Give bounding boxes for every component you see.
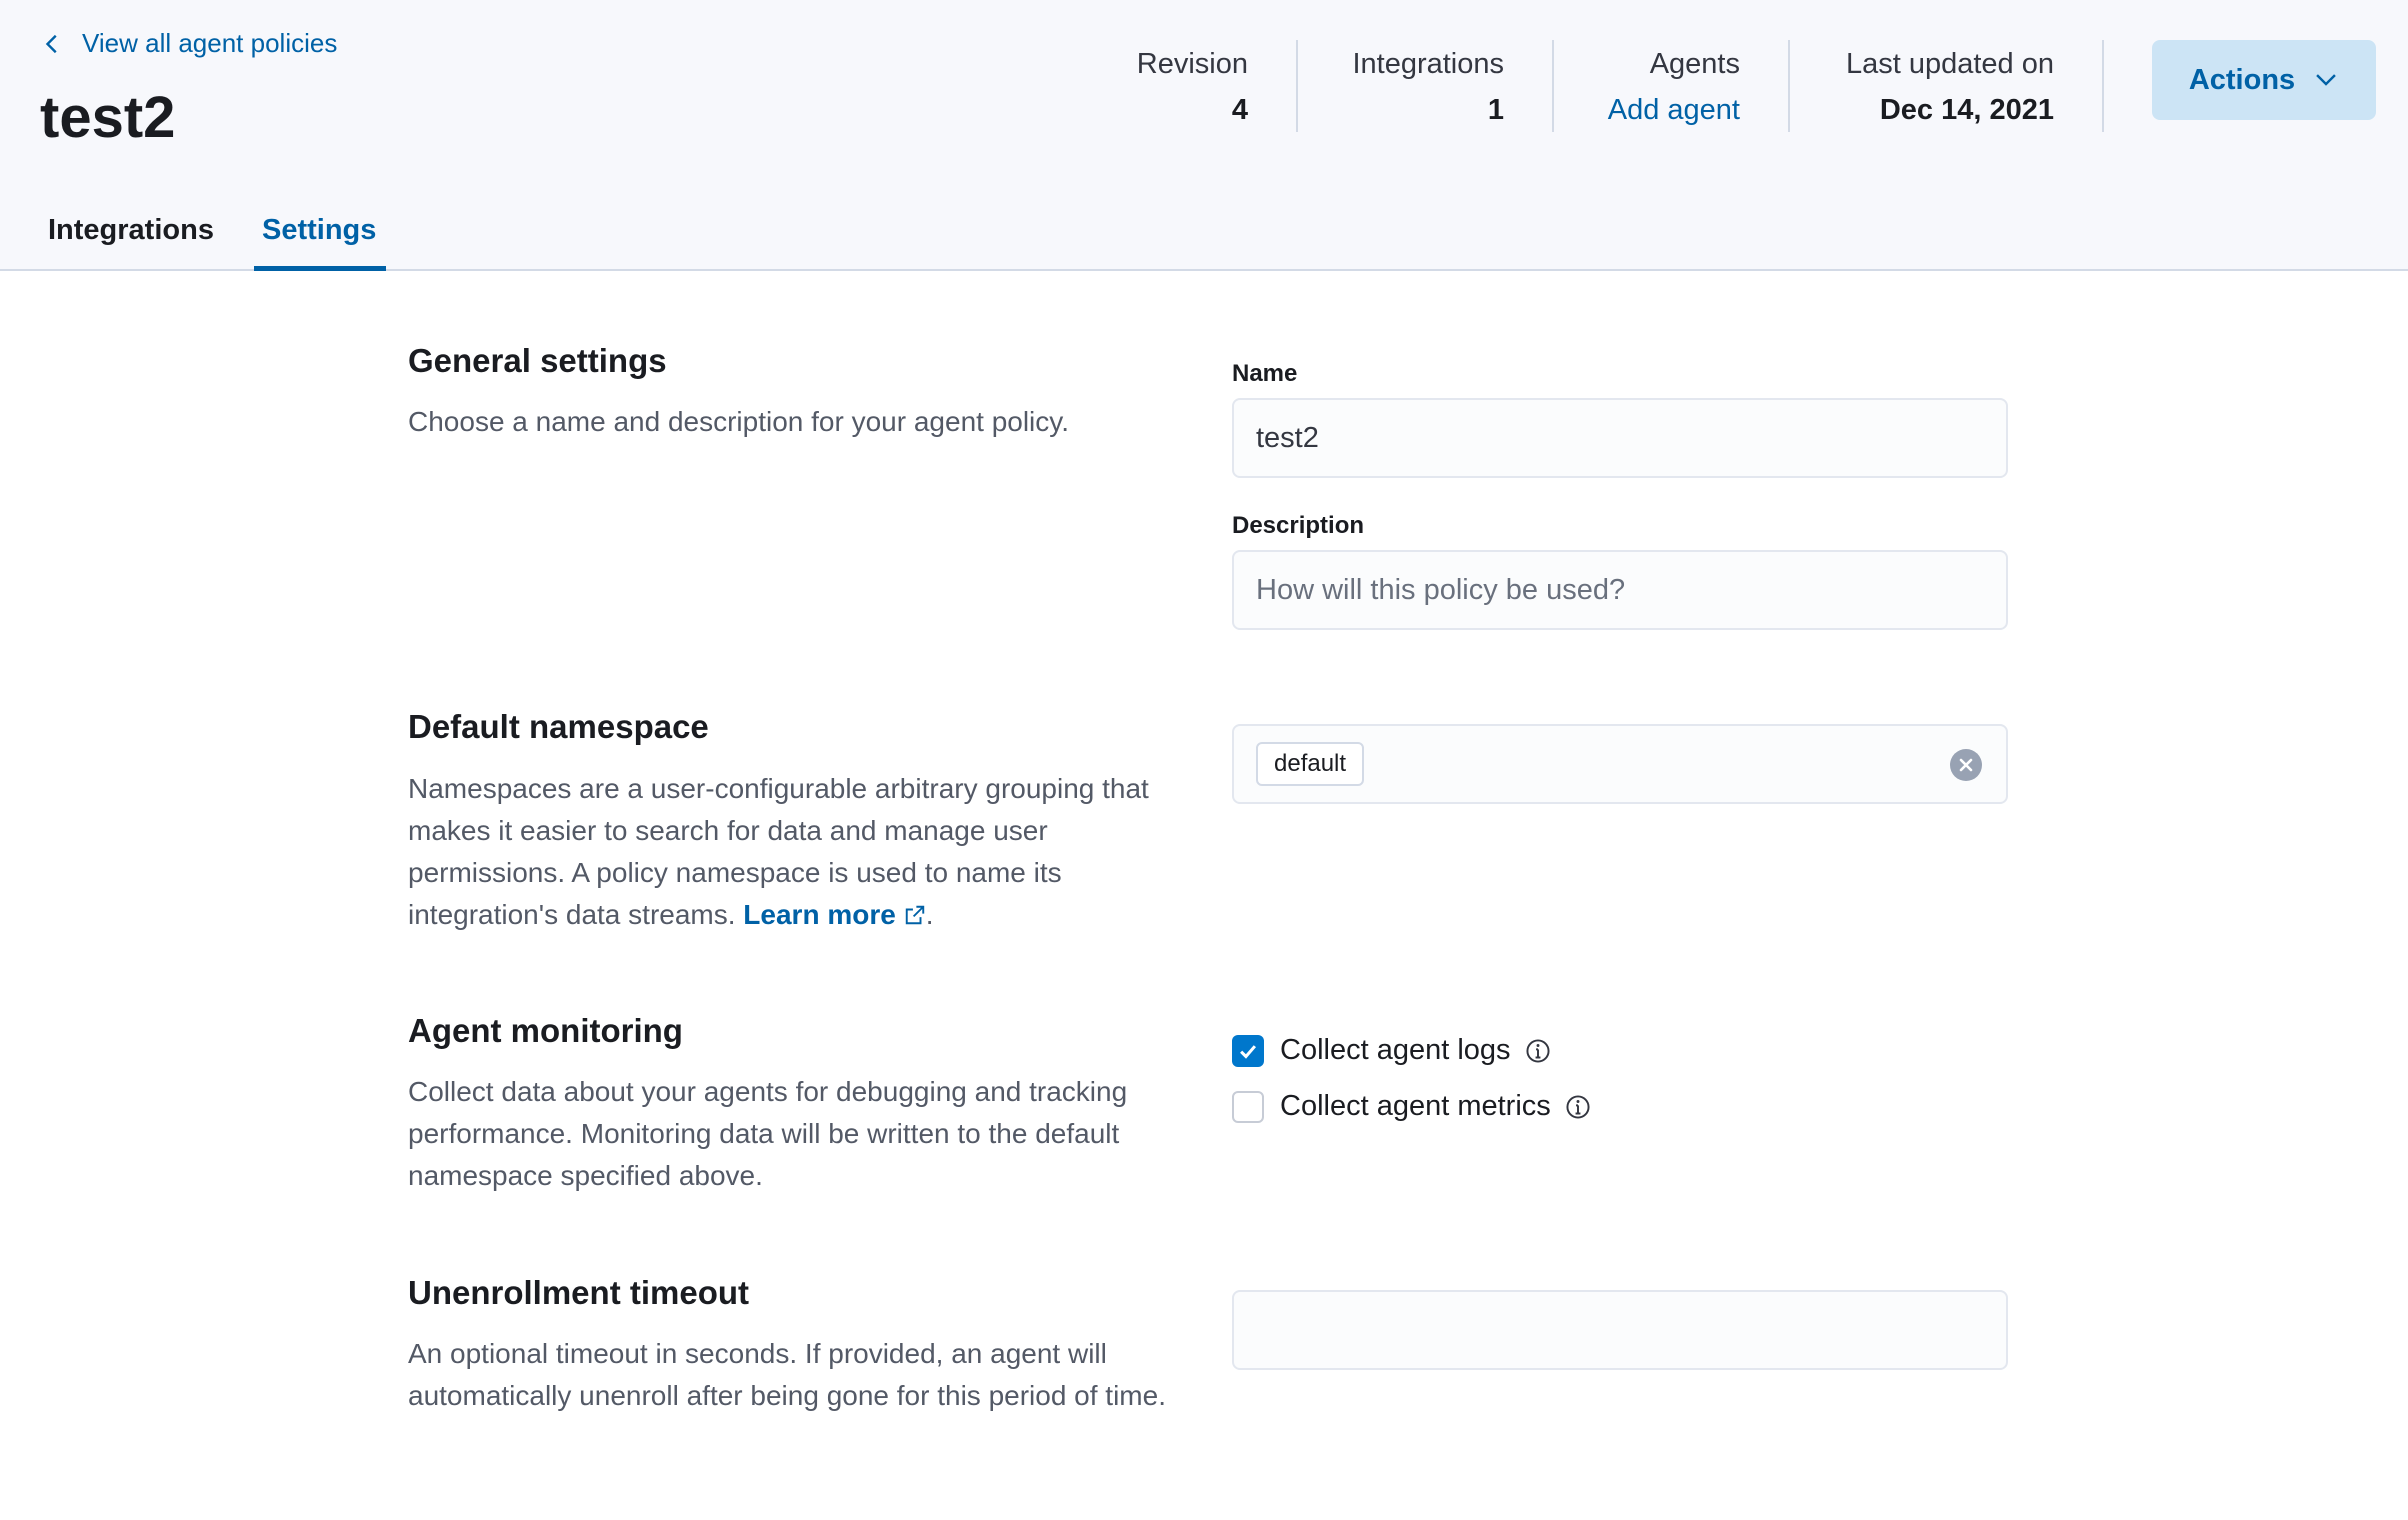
agent-monitoring-description: Collect data about your agents for debug…	[408, 1076, 1128, 1191]
actions-button-label: Actions	[2188, 63, 2296, 96]
stat-divider	[1788, 40, 1790, 132]
general-settings-description: Choose a name and description for your a…	[408, 406, 1069, 437]
info-icon[interactable]	[1565, 1094, 1591, 1120]
default-namespace-title: Default namespace	[408, 708, 709, 745]
chevron-left-icon	[45, 34, 57, 53]
learn-more-link[interactable]: Learn more	[743, 899, 926, 930]
stat-integrations: Integrations 1	[1352, 44, 1504, 130]
description-input[interactable]	[1232, 550, 2008, 630]
agent-monitoring-title: Agent monitoring	[408, 1012, 683, 1049]
unenrollment-timeout-description: An optional timeout in seconds. If provi…	[408, 1338, 1166, 1411]
namespace-description-period: .	[925, 899, 934, 930]
checkbox-unchecked[interactable]	[1232, 1090, 1264, 1123]
chevron-down-icon	[2316, 74, 2336, 86]
active-tab-indicator	[254, 266, 386, 271]
collect-agent-metrics-checkbox[interactable]: Collect agent metrics	[1232, 1090, 1591, 1123]
checkbox-checked[interactable]	[1232, 1034, 1264, 1067]
page-header: View all agent policies test2 Revision 4…	[0, 0, 2408, 271]
check-icon	[1240, 1044, 1257, 1059]
back-link-label: View all agent policies	[82, 28, 338, 58]
collect-agent-logs-checkbox[interactable]: Collect agent logs	[1232, 1034, 1551, 1067]
stat-integrations-label: Integrations	[1352, 48, 1504, 80]
name-label: Name	[1232, 360, 1298, 387]
add-agent-link[interactable]: Add agent	[1608, 90, 1740, 130]
namespace-combobox[interactable]: default	[1232, 724, 2008, 804]
stat-agents-label: Agents	[1649, 48, 1740, 80]
stat-last-updated-label: Last updated on	[1845, 48, 2054, 80]
name-input[interactable]	[1232, 398, 2008, 478]
tab-integrations[interactable]: Integrations	[48, 214, 214, 247]
clear-icon[interactable]	[1950, 749, 1982, 781]
stat-divider	[1296, 40, 1298, 132]
general-settings-title: General settings	[408, 342, 667, 379]
unenrollment-timeout-input[interactable]	[1232, 1290, 2008, 1370]
namespace-pill: default	[1256, 742, 1365, 786]
default-namespace-description: Namespaces are a user-configurable arbit…	[408, 768, 1198, 936]
page-title: test2	[40, 85, 176, 150]
tab-settings[interactable]: Settings	[262, 214, 376, 247]
collect-agent-metrics-label: Collect agent metrics	[1280, 1090, 1551, 1122]
actions-button[interactable]: Actions	[2152, 40, 2376, 120]
unenrollment-timeout-title: Unenrollment timeout	[408, 1274, 750, 1311]
info-icon[interactable]	[1525, 1038, 1551, 1064]
stat-revision: Revision 4	[1137, 44, 1248, 130]
stat-last-updated: Last updated on Dec 14, 2021	[1846, 44, 2054, 130]
external-link-icon	[905, 905, 925, 925]
stat-divider	[2102, 40, 2104, 132]
stat-integrations-value: 1	[1487, 94, 1504, 126]
description-label: Description	[1232, 512, 1365, 539]
stat-divider	[1552, 40, 1554, 132]
collect-agent-logs-label: Collect agent logs	[1280, 1034, 1511, 1066]
back-to-policies-link[interactable]: View all agent policies	[40, 28, 337, 59]
stat-revision-value: 4	[1231, 94, 1248, 126]
stat-agents: Agents Add agent	[1608, 44, 1740, 130]
learn-more-label: Learn more	[743, 899, 896, 930]
stat-revision-label: Revision	[1136, 48, 1248, 80]
stat-last-updated-value: Dec 14, 2021	[1879, 94, 2054, 126]
